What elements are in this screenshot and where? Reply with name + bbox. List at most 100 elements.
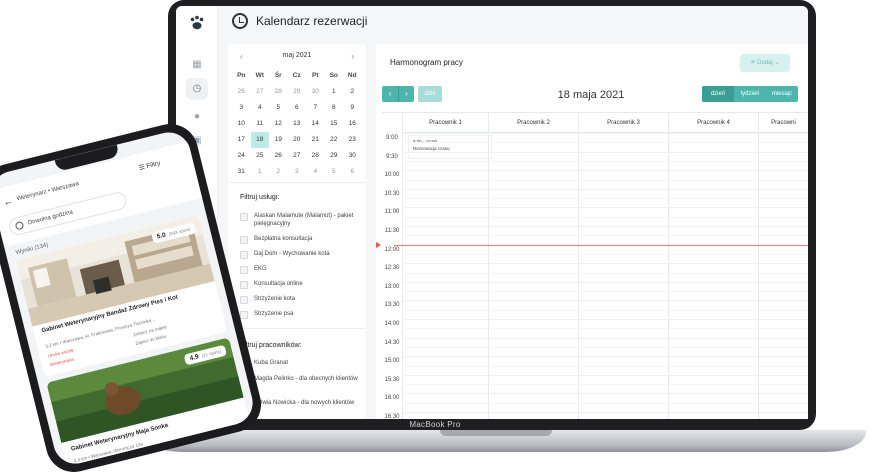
filter-checkbox-item[interactable]: Alaskan Malamute (Malamut) - pakiet piel… [240,212,362,228]
half-slot-divider [402,235,808,237]
calendar-day[interactable]: 1 [325,84,344,100]
filter-checkbox-item[interactable]: Strzyżenie psa [240,310,362,319]
dashboard-icon[interactable]: ▦ [190,58,204,72]
prev-day-button[interactable]: ‹ [382,86,398,102]
paw-logo-icon[interactable] [188,14,206,32]
review-count: (343 opinii) [168,226,191,237]
calendar-day[interactable]: 19 [269,132,288,148]
filter-checkbox-item[interactable]: Kuba Granat [240,359,362,368]
calendar-day[interactable]: 27 [251,84,270,100]
checkbox[interactable] [240,213,248,221]
calendar-day[interactable]: 17 [232,132,251,148]
filter-item-label: Sylwia Nowicka - dla nowych klientów [254,400,355,406]
half-slot-divider [402,142,808,144]
add-button-label: Dodaj [757,60,773,66]
calendar-day[interactable]: 5 [269,100,288,116]
calendar-day[interactable]: 26 [232,84,251,100]
calendar-day[interactable]: 29 [288,84,307,100]
users-icon[interactable]: ● [190,110,204,124]
view-option[interactable]: dzień [702,86,734,102]
calendar-day[interactable]: 29 [325,148,344,164]
half-slot-divider [402,328,808,330]
today-button[interactable]: dziś [418,86,442,102]
calendar-day[interactable]: 6 [343,164,362,180]
phone-body: ← Weterynarz • Warszawa ☰ Filtry Dowolna… [0,118,267,474]
calendar-day[interactable]: 20 [288,132,307,148]
checkbox[interactable] [240,251,248,259]
calendar-day[interactable]: 11 [251,116,270,132]
calendar-day-selected[interactable]: 18 [250,132,269,148]
reservation-event[interactable]: 9:00 - 10:00 Rezerwacja czasu [408,135,492,159]
half-slot-divider [402,309,808,311]
weekday-label: Pn [237,72,246,79]
calendar-day[interactable]: 8 [325,100,344,116]
calendar-day[interactable]: 1 [251,164,270,180]
weekday-label: Pt [312,72,319,79]
filter-checkbox-item[interactable]: Strzyżenie kota [240,295,362,304]
calendar-day[interactable]: 15 [325,116,344,132]
filter-checkbox-item[interactable]: Konsultacja online [240,280,362,289]
calendar-day[interactable]: 2 [343,84,362,100]
calendar-day[interactable]: 2 [269,164,288,180]
calendar-clock-icon[interactable]: ◷ [186,78,208,100]
calendar-day[interactable]: 16 [343,116,362,132]
calendar-day[interactable]: 27 [288,148,307,164]
checkbox[interactable] [240,296,248,304]
calendar-day[interactable]: 5 [325,164,344,180]
column-divider [668,133,669,419]
checkbox[interactable] [240,236,248,244]
filter-checkbox-item[interactable]: Bezpłatna konsultacja [240,235,362,244]
calendar-day[interactable]: 4 [306,164,325,180]
half-slot-divider [402,160,808,162]
calendar-day[interactable]: 30 [306,84,325,100]
calendar-day[interactable]: 24 [232,148,251,164]
filter-item-label: Daj Dom - Wychowanie kota [254,251,330,257]
calendar-day[interactable]: 13 [288,116,307,132]
calendar-day[interactable]: 14 [306,116,325,132]
calendar-week-row: 3456789 [232,100,362,116]
time-label: 10:00 [384,172,400,179]
calendar-day[interactable]: 26 [269,148,288,164]
calendar-week-row: 10 11 12 13 14 15 16 [232,116,362,132]
checkbox[interactable] [240,266,248,274]
slot-divider [402,151,808,153]
add-button[interactable]: ✳ Dodaj ⌄ [740,54,790,72]
calendar-day[interactable]: 23 [343,132,362,148]
time-label: 15:00 [384,358,400,365]
calendar-day[interactable]: 9 [343,100,362,116]
phone-mockup: ← Weterynarz • Warszawa ☰ Filtry Dowolna… [0,118,267,474]
checkbox[interactable] [240,311,248,319]
services-filter-title: Filtruj usługi: [240,194,280,201]
calendar-day[interactable]: 25 [251,148,270,164]
view-option[interactable]: miesiąc [766,86,798,102]
filter-checkbox-item[interactable]: Daj Dom - Wychowanie kota [240,250,362,259]
view-option[interactable]: tydzień [734,86,766,102]
calendar-day[interactable]: 3 [288,164,307,180]
calendar-day[interactable]: 21 [306,132,325,148]
filters-button[interactable]: ☰ Filtry [138,159,161,172]
calendar-day[interactable]: 12 [269,116,288,132]
filter-checkbox-item[interactable]: Magda Pelinko - dla obecnych klientów [240,375,362,384]
calendar-prev-button[interactable]: ‹ [240,52,243,61]
staff-column-header: Pracownik 3 [578,113,668,133]
calendar-day[interactable]: 4 [251,100,270,116]
calendar-day[interactable]: 3 [232,100,251,116]
checkbox[interactable] [240,281,248,289]
rating-value: 4.9 [189,353,200,363]
calendar-next-button[interactable]: › [351,52,354,61]
slot-divider [402,281,808,283]
calendar-day[interactable]: 31 [232,164,251,180]
calendar-day[interactable]: 7 [306,100,325,116]
laptop-notch [440,430,552,436]
filter-checkbox-item[interactable]: EKG [240,265,362,274]
next-day-button[interactable]: › [398,86,414,102]
calendar-day[interactable]: 28 [269,84,288,100]
calendar-day[interactable]: 6 [288,100,307,116]
half-slot-divider [402,346,808,348]
back-arrow-icon[interactable]: ← [2,196,14,209]
calendar-day[interactable]: 10 [232,116,251,132]
calendar-day[interactable]: 22 [325,132,344,148]
calendar-day[interactable]: 30 [343,148,362,164]
calendar-day[interactable]: 28 [306,148,325,164]
half-slot-divider [402,272,808,274]
